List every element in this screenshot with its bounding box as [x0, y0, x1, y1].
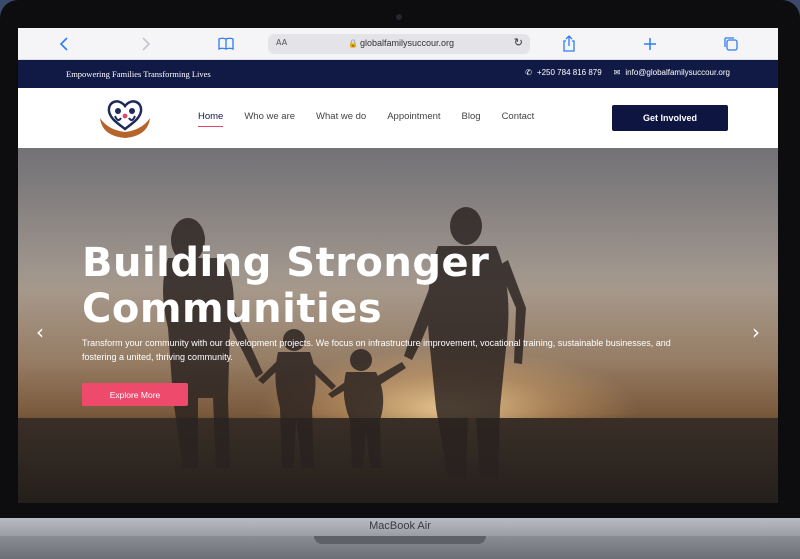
carousel-next-icon[interactable]: ›	[748, 321, 764, 343]
site-logo[interactable]	[92, 92, 158, 144]
url-text[interactable]: globalfamilysuccour.org	[360, 38, 454, 48]
lock-icon: 🔒	[348, 39, 358, 48]
webcam	[396, 14, 402, 20]
email-address: info@globalfamilysuccour.org	[625, 68, 730, 77]
laptop-bezel: AA 🔒 globalfamilysuccour.org ↻ Empowerin…	[0, 0, 800, 518]
explore-more-button[interactable]: Explore More	[82, 383, 188, 406]
tagline: Empowering Families Transforming Lives	[66, 69, 211, 79]
screen: AA 🔒 globalfamilysuccour.org ↻ Empowerin…	[18, 28, 778, 503]
phone-number: +250 784 816 879	[536, 68, 602, 77]
bookmarks-icon[interactable]	[217, 35, 235, 53]
device-model-label: MacBook Air	[369, 520, 431, 532]
text-size-button[interactable]: AA	[276, 38, 287, 47]
reload-icon[interactable]: ↻	[514, 36, 523, 49]
nav-menu: Home Who we are What we do Appointment B…	[198, 111, 535, 127]
nav-home[interactable]: Home	[198, 111, 224, 127]
contact-info: ✆ +250 784 816 879 ✉ info@globalfamilysu…	[525, 68, 730, 77]
nav-appointment[interactable]: Appointment	[387, 111, 440, 122]
nav-what-we-do[interactable]: What we do	[316, 111, 366, 122]
new-tab-icon[interactable]	[641, 35, 659, 53]
browser-toolbar: AA 🔒 globalfamilysuccour.org ↻	[18, 28, 778, 60]
mail-icon: ✉	[613, 68, 621, 77]
hero-title-line1: Building Stronger	[82, 240, 490, 286]
forward-icon[interactable]	[136, 35, 154, 53]
laptop-notch	[314, 536, 486, 544]
tabs-overview-icon[interactable]	[722, 35, 740, 53]
phone-icon: ✆	[525, 68, 532, 77]
get-involved-button[interactable]: Get Involved	[612, 105, 728, 131]
hero-description: Transform your community with our develo…	[82, 338, 671, 362]
hero-title-line2: Communities	[82, 286, 383, 332]
hero-title: Building Stronger Communities	[82, 240, 542, 332]
nav-contact[interactable]: Contact	[502, 111, 535, 122]
share-icon[interactable]	[560, 35, 578, 53]
carousel-prev-icon[interactable]: ‹	[32, 321, 48, 343]
email-contact[interactable]: ✉ info@globalfamilysuccour.org	[614, 68, 730, 77]
hero-banner: Building Stronger Communities Transform …	[18, 148, 778, 503]
back-icon[interactable]	[56, 35, 74, 53]
top-info-bar: Empowering Families Transforming Lives ✆…	[18, 60, 778, 88]
main-navbar: Home Who we are What we do Appointment B…	[18, 88, 778, 148]
nav-blog[interactable]: Blog	[462, 111, 481, 122]
address-bar[interactable]: AA 🔒 globalfamilysuccour.org ↻	[268, 34, 530, 54]
nav-who-we-are[interactable]: Who we are	[244, 111, 295, 122]
phone-contact[interactable]: ✆ +250 784 816 879	[525, 68, 601, 77]
